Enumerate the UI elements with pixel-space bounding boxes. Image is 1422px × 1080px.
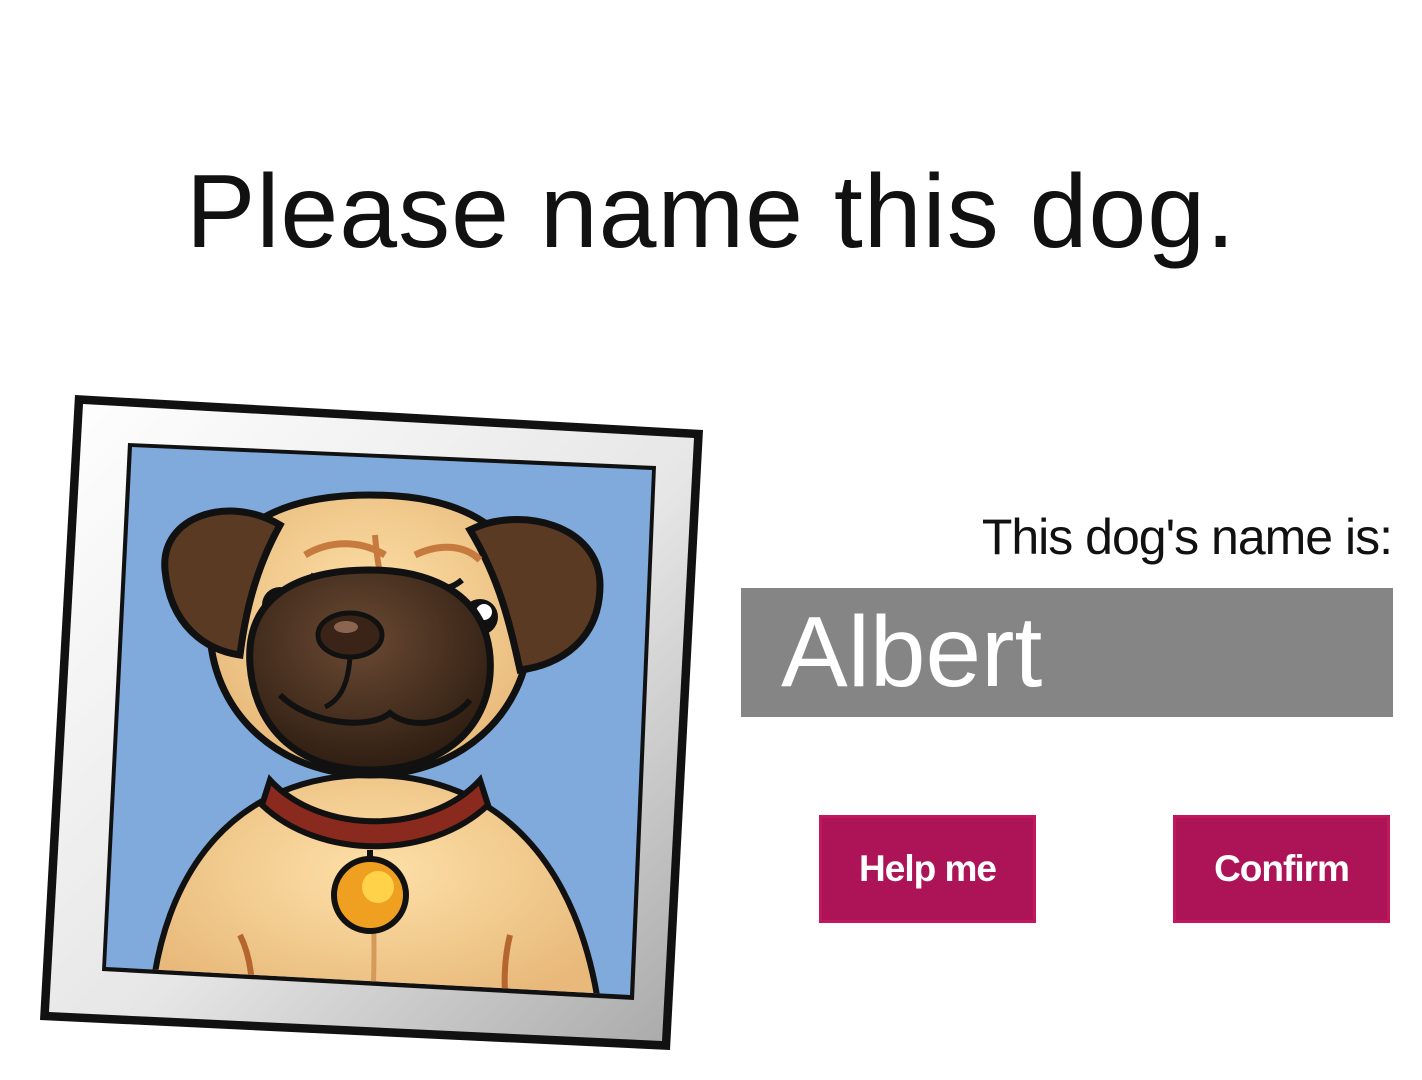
dog-naming-screen: Please name this dog. This dog's name is… — [0, 0, 1422, 1080]
page-title: Please name this dog. — [185, 154, 1237, 270]
help-me-button[interactable]: Help me — [819, 815, 1036, 923]
dog-photo-frame — [40, 395, 705, 1055]
dog-name-input[interactable] — [741, 588, 1393, 717]
confirm-button[interactable]: Confirm — [1173, 815, 1390, 923]
name-prompt-label: This dog's name is: — [981, 509, 1393, 565]
pug-dog-portrait-icon — [40, 395, 703, 1050]
